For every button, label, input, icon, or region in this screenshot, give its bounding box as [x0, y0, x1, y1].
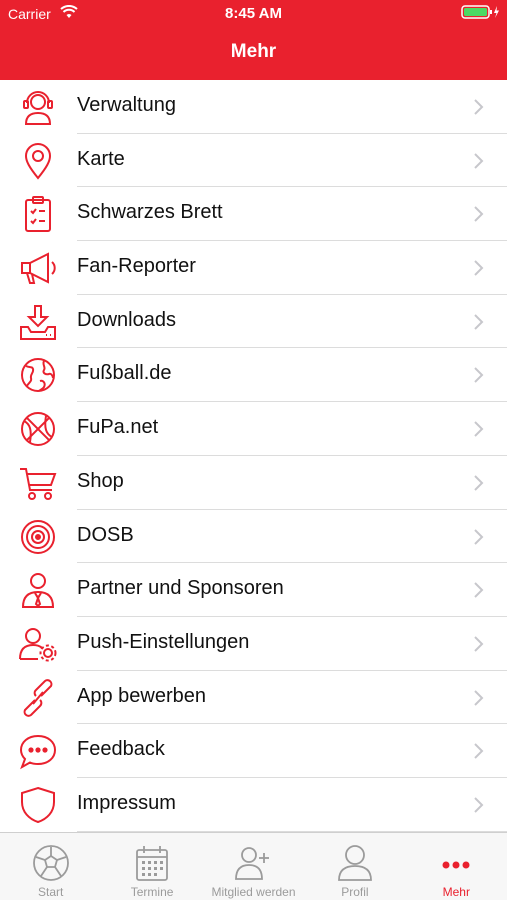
target-icon [18, 518, 58, 556]
add-member-icon [233, 843, 273, 883]
chevron-right-icon [473, 580, 485, 600]
tab-mehr[interactable]: Mehr [406, 833, 507, 900]
megaphone-icon [18, 249, 58, 287]
tab-label: Mehr [442, 885, 470, 899]
menu-item-label: Karte [77, 147, 125, 170]
chevron-right-icon [473, 795, 485, 815]
tab-bar: Start Termine Mitglied werden Profil Meh… [0, 832, 507, 900]
menu-item-label: Feedback [77, 738, 165, 761]
download-tray-icon [18, 303, 58, 341]
menu-item-impressum[interactable]: Impressum [0, 778, 507, 832]
tab-label: Profil [341, 885, 369, 899]
menu-item-downloads[interactable]: Downloads [0, 295, 507, 349]
status-bar: Carrier 8:45 AM [0, 0, 507, 28]
menu-item-label: Downloads [77, 308, 176, 331]
soccer-ball-icon [31, 843, 71, 883]
chevron-right-icon [473, 204, 485, 224]
menu-item-label: Verwaltung [77, 94, 176, 116]
tab-start[interactable]: Start [0, 833, 101, 900]
chevron-right-icon [473, 151, 485, 171]
menu-item-karte[interactable]: Karte [0, 134, 507, 188]
menu-item-dosb[interactable]: DOSB [0, 510, 507, 564]
link-icon [18, 678, 58, 717]
chevron-right-icon [473, 97, 485, 117]
menu-item-label: Push-Einstellungen [77, 630, 250, 653]
more-menu-list: Verwaltung Karte Schwarzes Brett Fan-Rep… [0, 80, 507, 832]
shield-icon [18, 786, 58, 824]
tab-label: Mitglied werden [211, 885, 296, 899]
menu-item-label: Fußball.de [77, 362, 172, 385]
tab-mitglied-werden[interactable]: Mitglied werden [203, 833, 304, 900]
menu-item-label: Schwarzes Brett [77, 201, 223, 224]
chevron-right-icon [473, 527, 485, 547]
menu-item-schwarzes-brett[interactable]: Schwarzes Brett [0, 187, 507, 242]
menu-item-fan-reporter[interactable]: Fan-Reporter [0, 241, 507, 295]
chevron-right-icon [473, 741, 485, 761]
globe-icon [18, 356, 58, 394]
menu-item-label: DOSB [77, 523, 134, 546]
menu-item-app-bewerben[interactable]: App bewerben [0, 671, 507, 725]
tab-label: Termine [130, 885, 174, 899]
partner-person-icon [18, 571, 58, 609]
status-time: 8:45 AM [225, 5, 282, 22]
shopping-cart-icon [18, 464, 58, 502]
navigation-header: Carrier 8:45 AM Mehr [0, 0, 507, 80]
admin-headset-icon [18, 88, 58, 126]
menu-item-feedback[interactable]: Feedback [0, 724, 507, 778]
more-dots-icon [436, 843, 476, 883]
menu-item-fupa-net[interactable]: FuPa.net [0, 402, 507, 456]
chevron-right-icon [473, 688, 485, 708]
chevron-right-icon [473, 365, 485, 385]
tab-termine[interactable]: Termine [101, 833, 202, 900]
menu-item-fussball-de[interactable]: Fußball.de [0, 348, 507, 403]
menu-item-label: Impressum [77, 791, 176, 814]
menu-item-verwaltung[interactable]: Verwaltung [0, 80, 507, 134]
menu-item-label: FuPa.net [77, 416, 159, 439]
chevron-right-icon [473, 419, 485, 439]
menu-item-shop[interactable]: Shop [0, 456, 507, 510]
menu-item-push-einstellungen[interactable]: Push-Einstellungen [0, 617, 507, 671]
user-settings-icon [18, 625, 58, 663]
page-title: Mehr [230, 41, 277, 62]
menu-item-label: Partner und Sponsoren [77, 577, 284, 600]
menu-item-partner-sponsoren[interactable]: Partner und Sponsoren [0, 563, 507, 617]
basketball-icon [18, 410, 58, 448]
chat-bubble-icon [18, 732, 58, 770]
chevron-right-icon [473, 258, 485, 278]
tab-label: Start [38, 885, 64, 899]
calendar-icon [132, 843, 172, 883]
chevron-right-icon [473, 634, 485, 654]
profile-icon [335, 843, 375, 883]
battery-icon [461, 5, 501, 19]
menu-item-label: Fan-Reporter [77, 255, 196, 278]
clipboard-checklist-icon [18, 195, 58, 233]
tab-profil[interactable]: Profil [304, 833, 405, 900]
menu-item-label: App bewerben [77, 684, 206, 707]
menu-item-label: Shop [77, 469, 124, 492]
map-pin-icon [18, 142, 58, 180]
chevron-right-icon [473, 312, 485, 332]
chevron-right-icon [473, 473, 485, 493]
